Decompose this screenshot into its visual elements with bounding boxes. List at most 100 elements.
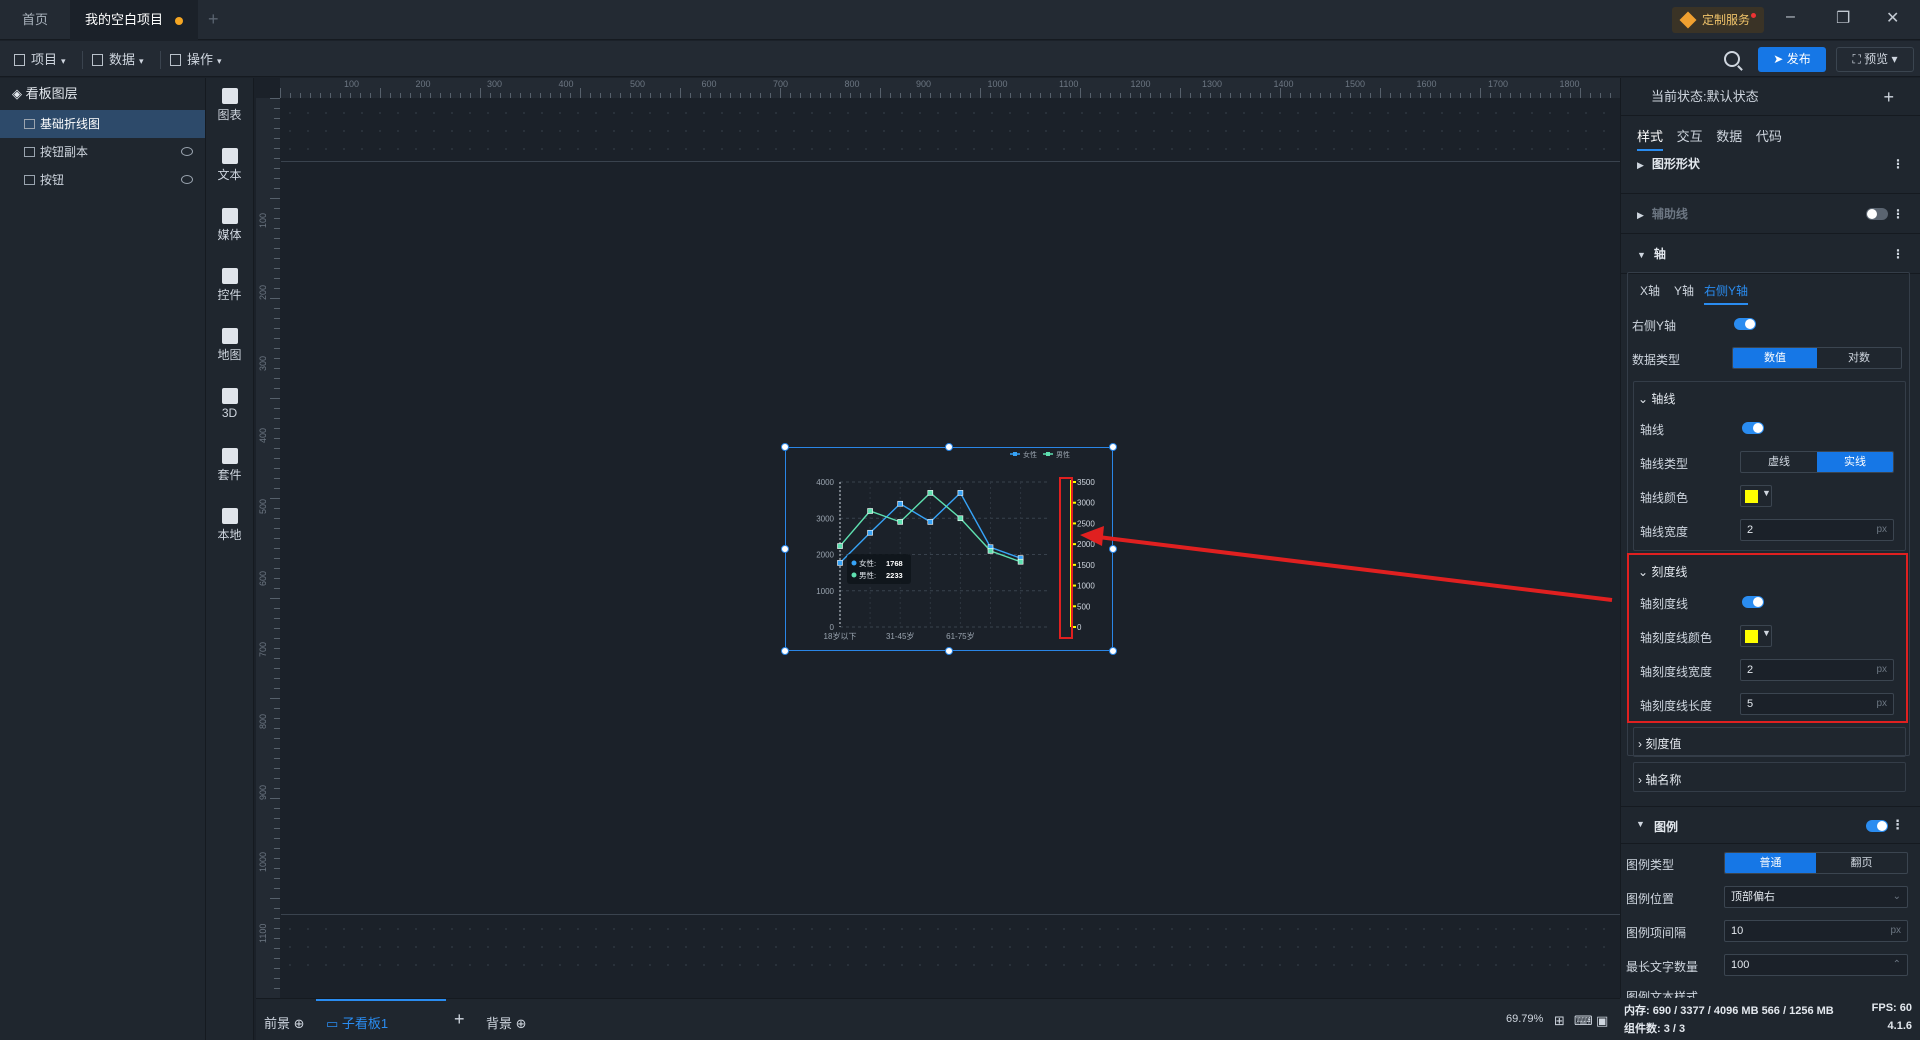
component-3d[interactable]: 3D [206,378,253,438]
notification-dot-icon [1751,13,1756,18]
tab-interaction[interactable]: 交互 [1677,126,1703,149]
tick-line-header[interactable]: ⌄ 刻度线 [1638,563,1687,580]
ruler-label: 100 [344,79,360,89]
component-map[interactable]: 地图 [206,318,253,378]
chevron-down-icon: ⌄ [1638,565,1652,579]
axis-tab-x[interactable]: X轴 [1640,282,1660,299]
ruler-label: 1800 [1559,79,1580,89]
background-layer-tab[interactable]: 背景 ⊕ [486,1013,527,1032]
front-layer-tab[interactable]: 前景 ⊕ [264,1013,305,1032]
solid-option[interactable]: 实线 [1817,452,1893,472]
data-type-selector[interactable]: 数值 对数 [1732,347,1902,369]
axis-line-type-selector[interactable]: 虚线 实线 [1740,451,1894,473]
resize-handle[interactable] [945,647,953,655]
right-y-toggle[interactable] [1734,318,1756,330]
tab-home[interactable]: 首页 [0,0,70,40]
canvas-margin-bottom [281,920,1620,975]
eye-hidden-icon[interactable] [181,147,193,156]
tab-code[interactable]: 代码 [1756,126,1782,149]
data-point [927,519,934,525]
close-button[interactable]: ✕ [1886,8,1899,28]
data-type-log-option[interactable]: 对数 [1817,348,1901,368]
minimize-button[interactable]: – [1786,8,1795,26]
custom-service-button[interactable]: 定制服务 [1672,7,1764,33]
component-control[interactable]: 控件 [206,258,253,318]
more-icon[interactable]: ⋮ [1892,194,1904,234]
more-icon[interactable]: ⋮ [1892,152,1904,176]
resize-handle[interactable] [945,443,953,451]
axis-line-toggle[interactable] [1742,422,1764,434]
tick-line-color-picker[interactable]: ▼ [1740,625,1772,647]
component-count: 组件数: 3 / 3 [1624,1023,1686,1035]
layer-item[interactable]: 基础折线图 [0,110,205,138]
add-tab-icon[interactable]: + [208,9,219,30]
keyboard-icon[interactable]: ⌨ [1574,1013,1593,1029]
add-state-icon[interactable]: + [1883,78,1894,116]
legend-marker [1046,452,1050,456]
layer-label: 按钮副本 [40,145,89,159]
section-shape[interactable]: ▶ 图形形状 ⋮ [1621,152,1920,176]
add-circle-icon[interactable]: ⊕ [294,1016,305,1031]
more-icon[interactable]: ⋮ [1892,234,1904,274]
section-legend[interactable]: ▼ 图例 ⋮ [1620,806,1920,844]
tick-line-width-input[interactable]: 2 px [1740,659,1894,681]
section-axis[interactable]: ▼ 轴 ⋮ [1621,234,1920,274]
tab-project[interactable]: 我的空白项目 [70,0,198,40]
preview-button[interactable]: ⛶ 预览 ▾ [1836,47,1914,72]
fit-screen-icon[interactable]: ⊞ [1554,1013,1565,1029]
axis-line-color-picker[interactable]: ▼ [1740,485,1772,507]
tab-bar: 首页 我的空白项目 + 定制服务 – ❐ ✕ [0,0,1920,40]
legend-position-select[interactable]: 顶部偏右 ⌄ [1724,886,1908,908]
section-guide[interactable]: ▶ 辅助线 ⋮ [1621,194,1920,234]
component-kit[interactable]: 套件 [206,438,253,498]
legend-type-selector[interactable]: 普通 翻页 [1724,852,1908,874]
resize-handle[interactable] [1109,443,1117,451]
publish-label: 发布 [1786,52,1811,66]
axis-tab-y[interactable]: Y轴 [1674,282,1694,299]
axis-name-header[interactable]: › 轴名称 [1638,771,1681,788]
legend-gap-input[interactable]: 10 px [1724,920,1908,942]
component-chart[interactable]: 图表 [206,78,253,138]
tab-style[interactable]: 样式 [1637,126,1664,151]
project-menu[interactable]: 项目 ▾ [14,49,66,68]
data-type-value-option[interactable]: 数值 [1733,348,1817,368]
legend-normal-option[interactable]: 普通 [1725,853,1816,873]
tick-value-header[interactable]: › 刻度值 [1638,735,1681,752]
guide-toggle[interactable] [1866,208,1888,220]
state-selector[interactable]: 当前状态:默认状态 + [1621,78,1920,116]
add-circle-icon[interactable]: ⊕ [516,1016,527,1031]
eye-hidden-icon[interactable] [181,175,193,184]
axis-tab-right-y[interactable]: 右侧Y轴 [1704,282,1749,305]
zoom-level[interactable]: 69.79% [1506,1013,1543,1025]
tick-line-length-input[interactable]: 5 px [1740,693,1894,715]
tab-data[interactable]: 数据 [1716,126,1742,149]
legend-toggle[interactable] [1866,820,1888,832]
resize-handle[interactable] [781,443,789,451]
component-media[interactable]: 媒体 [206,198,253,258]
axis-line-header[interactable]: ⌄ 轴线 [1638,390,1675,407]
axis-line-width-input[interactable]: 2 px [1740,519,1894,541]
add-board-icon[interactable]: + [454,1009,465,1030]
data-menu[interactable]: 数据 ▾ [92,49,144,68]
more-icon[interactable]: ⋮ [1891,817,1904,833]
resize-handle[interactable] [781,647,789,655]
sub-board-tab[interactable]: ▭ 子看板1 [326,1013,388,1032]
resize-handle[interactable] [781,545,789,553]
layer-item[interactable]: 按钮副本 [0,138,205,166]
layer-item[interactable]: 按钮 [0,166,205,194]
tick-line-toggle[interactable] [1742,596,1764,608]
component-text[interactable]: 文本 [206,138,253,198]
component-label: 本地 [217,528,242,542]
component-bar: 图表 文本 媒体 控件 地图 3D 套件 本地 [206,78,254,1040]
legend-page-option[interactable]: 翻页 [1816,853,1907,873]
publish-button[interactable]: ➤ 发布 [1758,47,1826,72]
dashed-option[interactable]: 虚线 [1741,452,1817,472]
terminal-icon[interactable]: ▣ [1596,1013,1608,1029]
stepper-up-icon[interactable]: ⌃ [1893,955,1901,975]
legend-maxlen-input[interactable]: 100 ⌃ [1724,954,1908,976]
operate-menu[interactable]: 操作 ▾ [170,49,222,68]
resize-handle[interactable] [1109,647,1117,655]
component-local[interactable]: 本地 [206,498,253,558]
restore-button[interactable]: ❐ [1836,8,1850,28]
search-icon[interactable] [1724,51,1740,67]
